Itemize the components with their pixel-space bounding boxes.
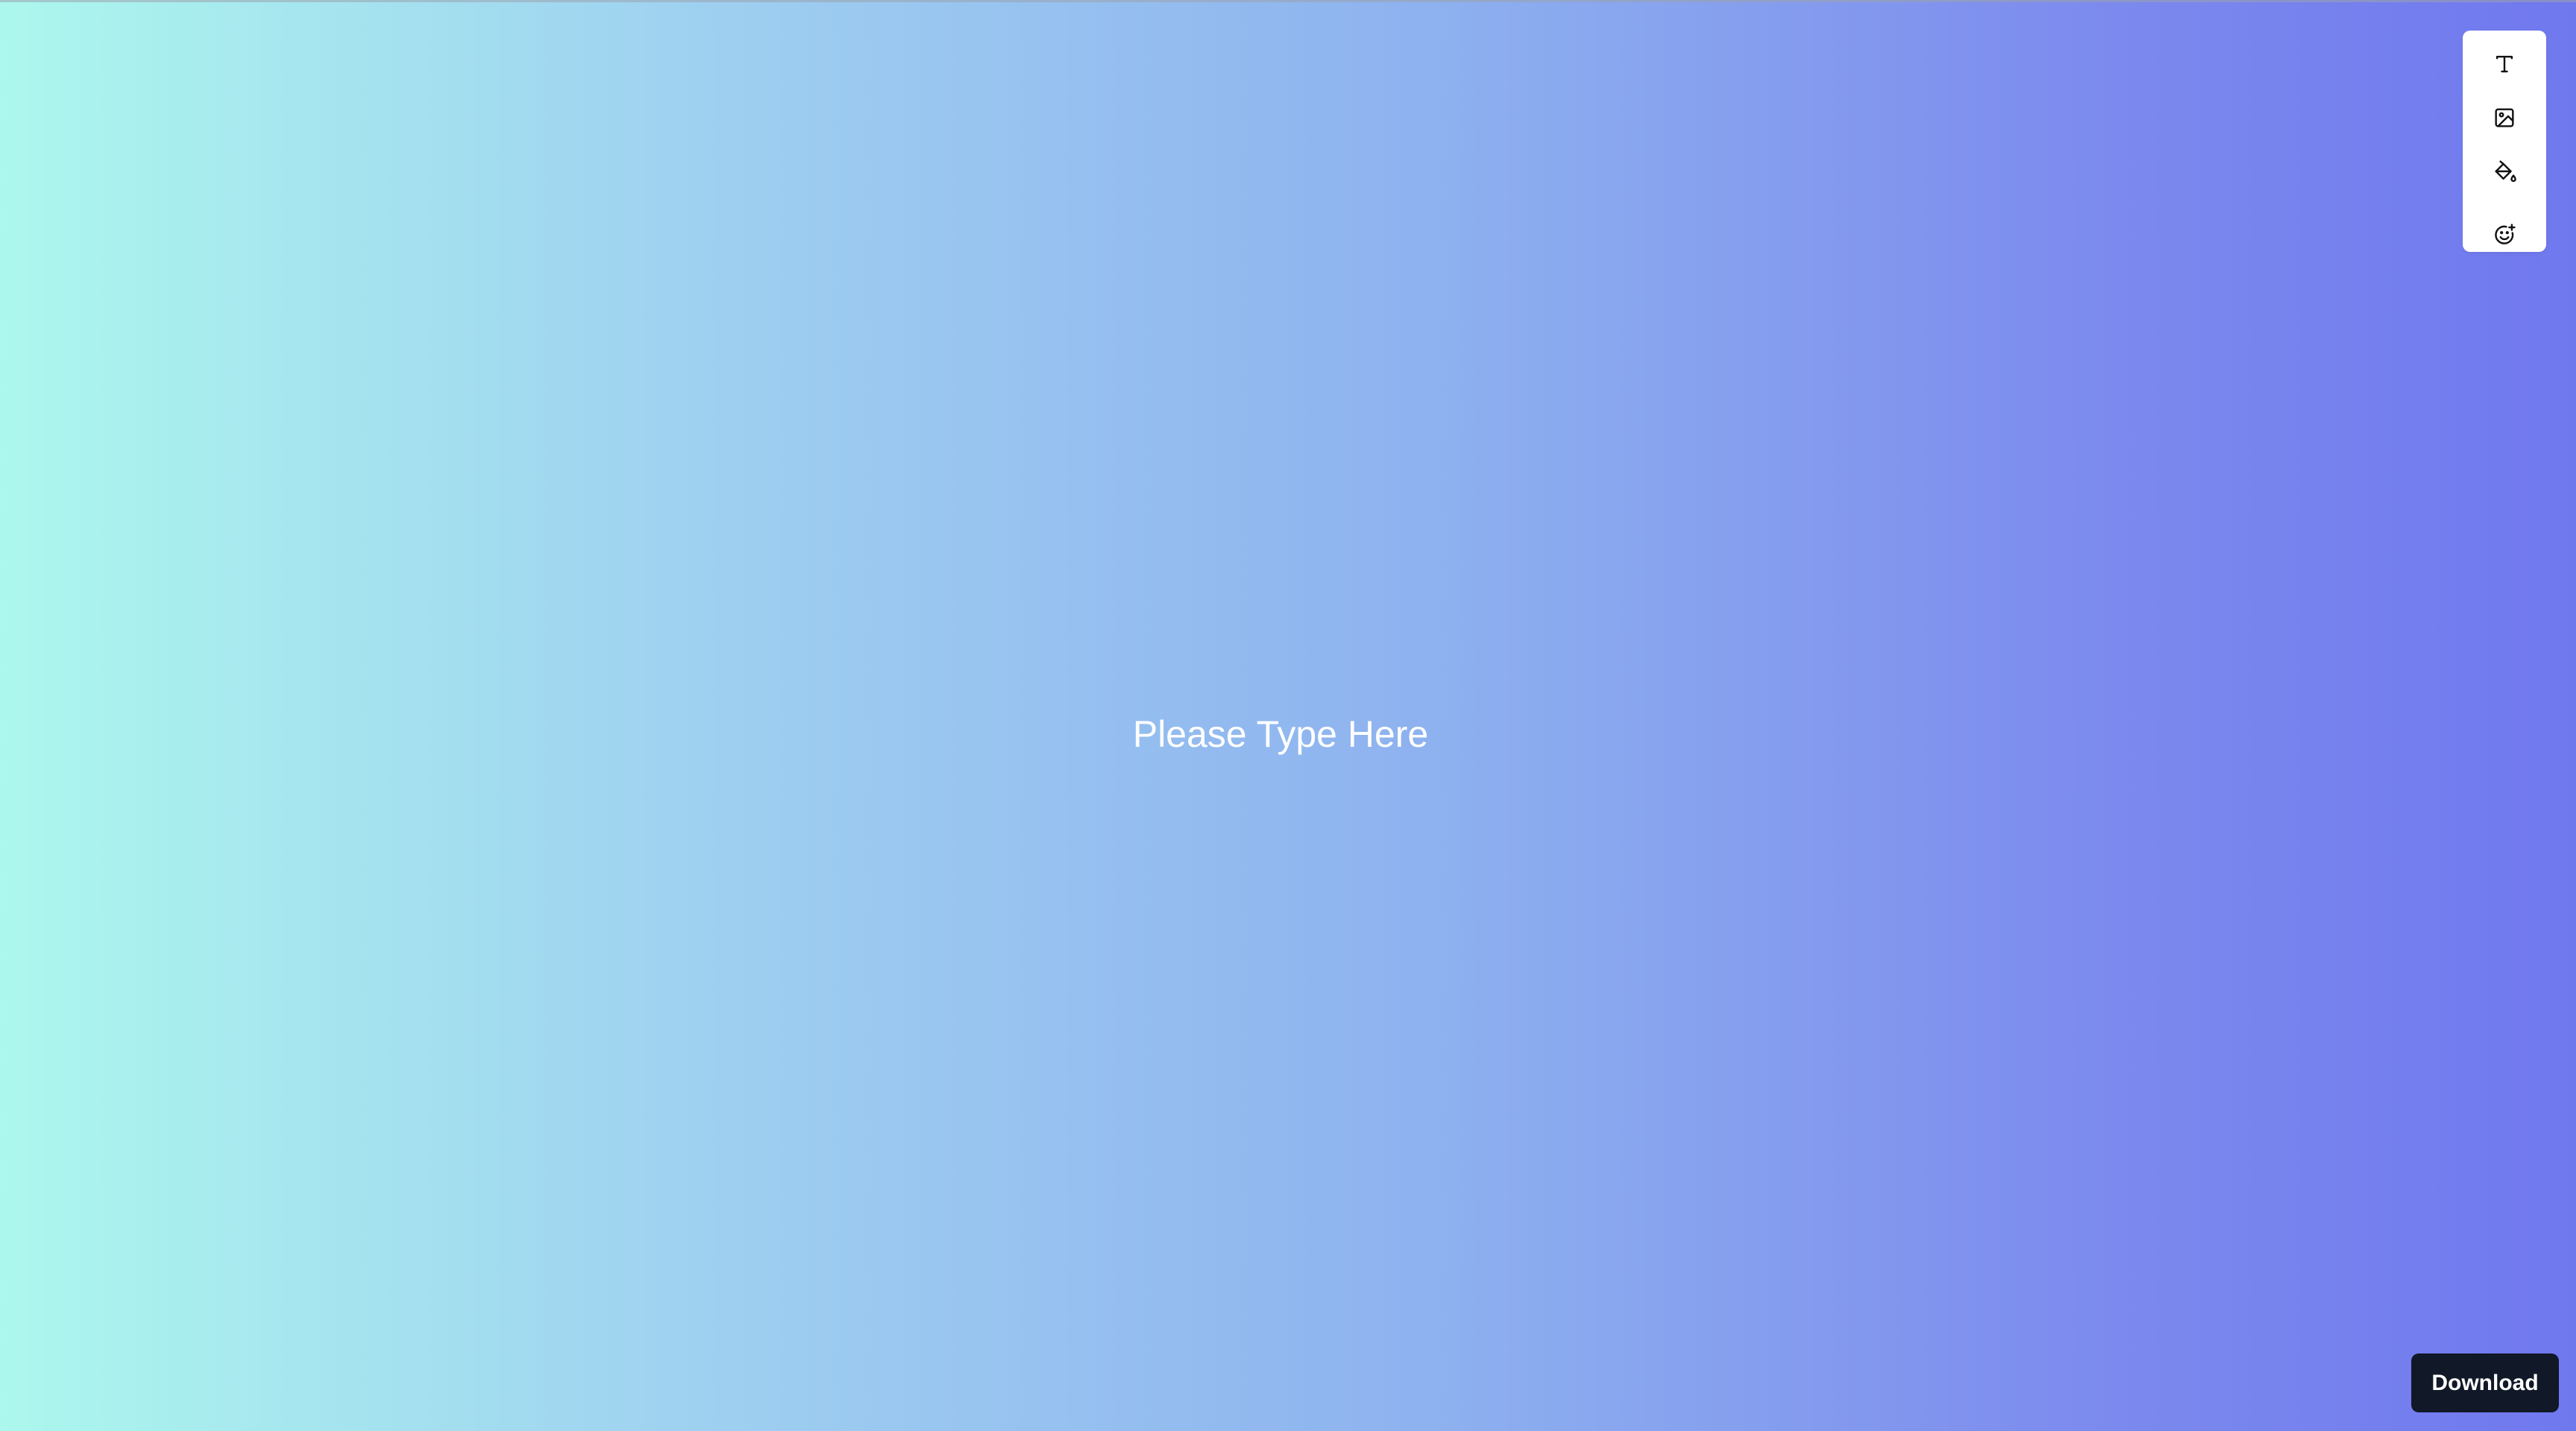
- paint-bucket-icon: [2492, 160, 2517, 186]
- background-fill-button[interactable]: [2484, 152, 2525, 194]
- download-button[interactable]: Download: [2411, 1353, 2559, 1412]
- editor-canvas[interactable]: Please Type Here: [0, 0, 2576, 1431]
- canvas-text[interactable]: Please Type Here: [0, 708, 2561, 760]
- add-emoji-button[interactable]: [2484, 214, 2525, 256]
- window-top-edge: [0, 0, 2576, 2]
- emoji-plus-icon: [2492, 222, 2517, 247]
- tool-panel: [2463, 31, 2546, 252]
- image-icon: [2492, 105, 2517, 130]
- add-text-button[interactable]: [2484, 43, 2525, 85]
- text-icon: [2492, 51, 2517, 77]
- add-image-button[interactable]: [2484, 97, 2525, 139]
